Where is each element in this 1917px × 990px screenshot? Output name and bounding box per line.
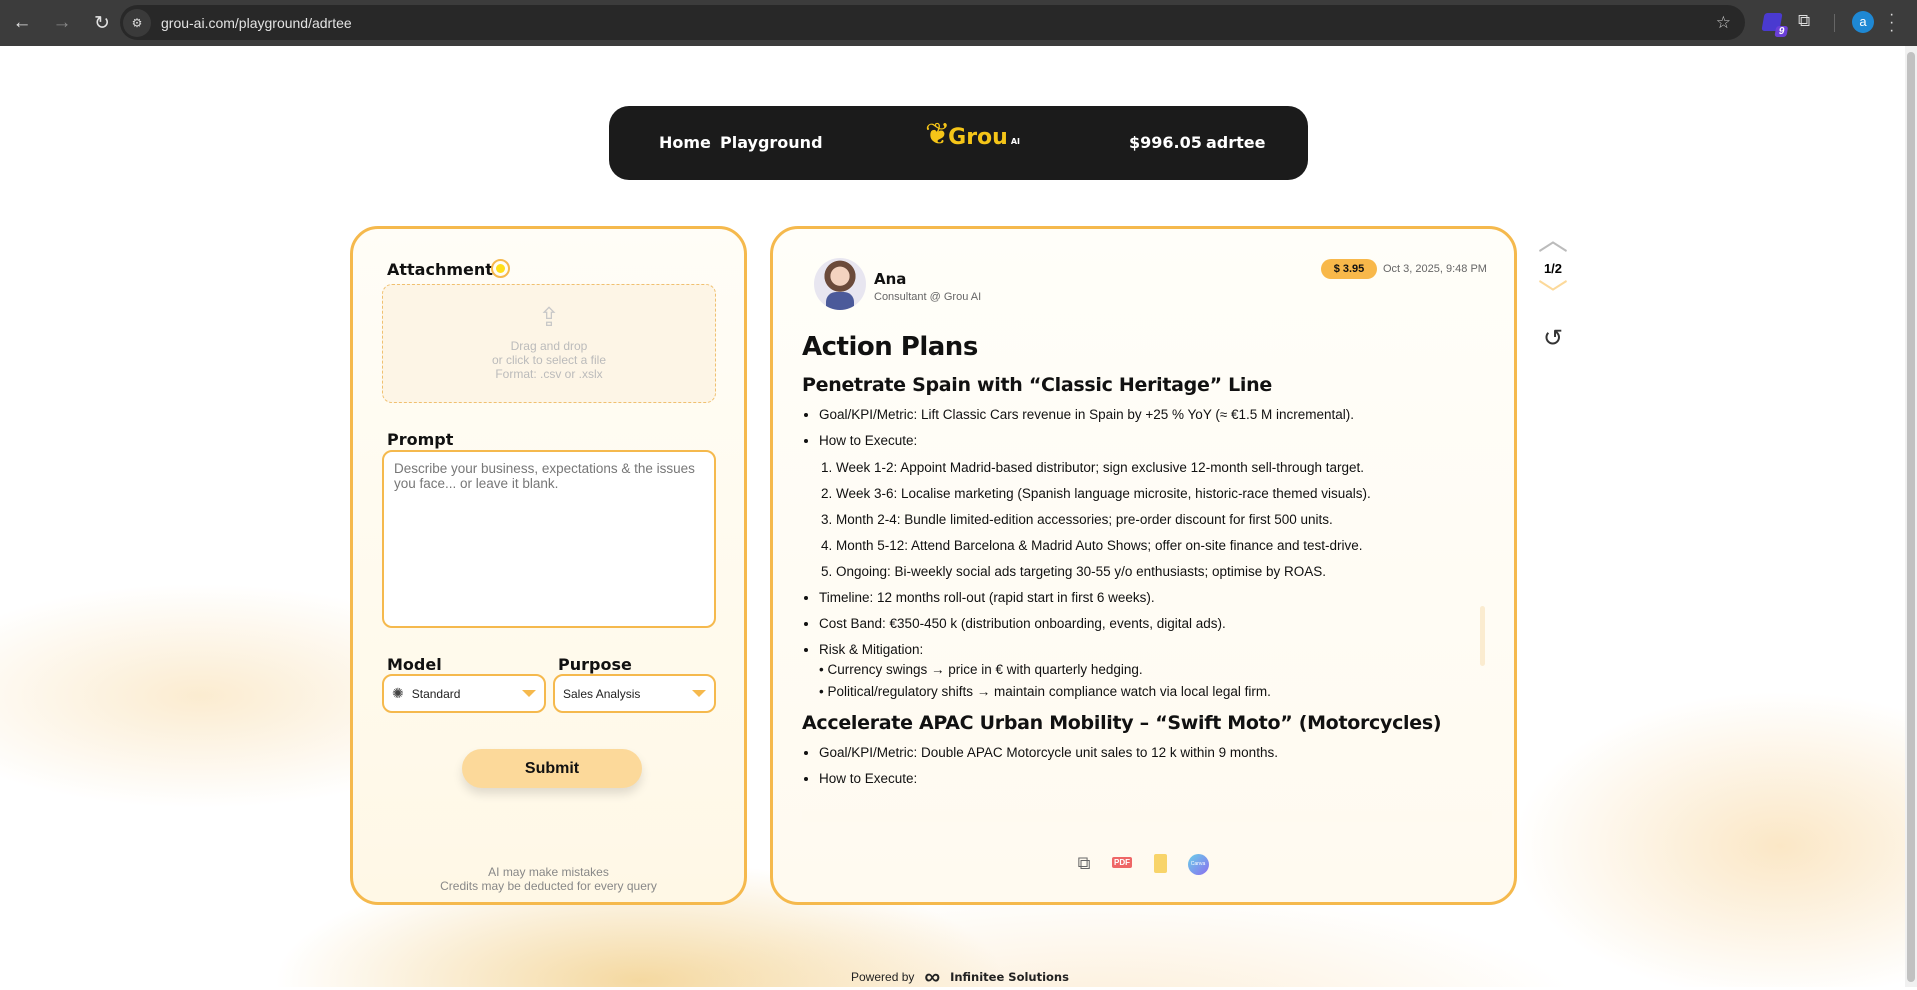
- back-icon[interactable]: ←: [2, 12, 42, 34]
- purpose-select[interactable]: Sales Analysis: [553, 674, 716, 713]
- agent-name: Ana: [874, 270, 907, 288]
- list-item: Timeline: 12 months roll-out (rapid star…: [819, 589, 1492, 606]
- step-item: Week 1-2: Appoint Madrid-based distribut…: [836, 459, 1492, 476]
- list-item: Risk & Mitigation: • Currency swings → p…: [819, 641, 1492, 702]
- list-item: Cost Band: €350-450 k (distribution onbo…: [819, 615, 1492, 632]
- content-scrollbar[interactable]: [1480, 606, 1485, 666]
- attachment-status-indicator: [491, 259, 510, 278]
- input-panel: Attachment ⇪ Drag and drop or click to s…: [350, 226, 747, 905]
- nav-user[interactable]: adrtee: [1206, 133, 1266, 152]
- leaf-icon: ❦: [925, 117, 951, 152]
- upload-icon: ⇪: [538, 302, 560, 332]
- list-item: How to Execute:: [819, 770, 1492, 787]
- list-item: How to Execute: Week 1-2: Appoint Madrid…: [819, 432, 1492, 580]
- disclaimer: AI may make mistakes Credits may be dedu…: [353, 865, 744, 893]
- browser-toolbar: ← → ↻ ⚙ grou-ai.com/playground/adrtee ☆ …: [0, 0, 1917, 46]
- bookmark-star-icon[interactable]: ☆: [1716, 13, 1731, 33]
- model-value: Standard: [411, 686, 461, 701]
- step-item: Ongoing: Bi-weekly social ads targeting …: [836, 563, 1492, 580]
- purpose-value: Sales Analysis: [563, 686, 641, 701]
- list-item-label: How to Execute:: [819, 433, 918, 448]
- canva-label: Canva: [1187, 854, 1209, 875]
- powered-by-text: Powered by: [851, 970, 915, 984]
- nav-playground[interactable]: Playground: [720, 133, 823, 152]
- model-label: Model: [387, 655, 442, 674]
- page-indicator: 1/2: [1543, 261, 1563, 276]
- company-name[interactable]: Infinitee Solutions: [950, 970, 1069, 984]
- grou-logo[interactable]: ❦ Grou AI: [925, 117, 1020, 152]
- step-item: Week 3-6: Localise marketing (Spanish la…: [836, 485, 1492, 502]
- section-list: Goal/KPI/Metric: Double APAC Motorcycle …: [802, 744, 1492, 787]
- menu-kebab-icon[interactable]: · · ·: [1889, 7, 1895, 39]
- steps-list: Week 1-2: Appoint Madrid-based distribut…: [819, 459, 1492, 580]
- risk-item: • Currency swings → price in € with quar…: [819, 662, 1143, 677]
- section-heading: Accelerate APAC Urban Mobility – “Swift …: [802, 712, 1442, 734]
- pdf-label: PDF: [1112, 857, 1132, 868]
- drop-text: or click to select a file: [491, 353, 607, 367]
- copy-icon[interactable]: ⧉: [1073, 851, 1095, 875]
- prompt-input[interactable]: Describe your business, expectations & t…: [382, 450, 716, 628]
- next-response-chevron-down-icon[interactable]: ﹀: [1538, 281, 1568, 311]
- response-content[interactable]: Action Plans Penetrate Spain with “Class…: [802, 326, 1492, 822]
- divider: [1834, 14, 1835, 32]
- section-list: Goal/KPI/Metric: Lift Classic Cars reven…: [802, 406, 1492, 702]
- dropdown-caret-icon: [522, 690, 536, 697]
- footer: Powered by ∞ Infinitee Solutions: [851, 964, 1069, 990]
- list-item-label: Risk & Mitigation:: [819, 642, 924, 657]
- extensions-puzzle-icon[interactable]: ⧉: [1798, 11, 1810, 31]
- timestamp: Oct 3, 2025, 9:48 PM: [1383, 263, 1487, 275]
- profile-avatar[interactable]: a: [1852, 11, 1874, 33]
- balance: $996.05: [1129, 133, 1202, 152]
- drop-format: Format: .csv or .xslx: [495, 367, 603, 381]
- openai-icon: ✺: [392, 685, 404, 701]
- list-item: Goal/KPI/Metric: Lift Classic Cars reven…: [819, 406, 1492, 423]
- file-dropzone[interactable]: ⇪ Drag and drop or click to select a fil…: [382, 284, 716, 403]
- submit-button[interactable]: Submit: [462, 749, 642, 788]
- agent-avatar: [814, 258, 866, 310]
- extension-icon[interactable]: 9: [1761, 13, 1789, 37]
- purpose-label: Purpose: [558, 655, 632, 674]
- canva-icon[interactable]: Canva: [1187, 851, 1209, 875]
- drop-text: Drag and drop: [510, 339, 588, 353]
- nav-home[interactable]: Home: [659, 133, 711, 152]
- disclaimer-line: Credits may be deducted for every query: [440, 879, 657, 893]
- extension-badge: 9: [1774, 26, 1789, 37]
- url-text[interactable]: grou-ai.com/playground/adrtee: [161, 15, 352, 31]
- infinity-logo-icon: ∞: [924, 964, 941, 989]
- list-item: Goal/KPI/Metric: Double APAC Motorcycle …: [819, 744, 1492, 761]
- dropdown-caret-icon: [692, 690, 706, 697]
- attachment-label: Attachment: [387, 260, 493, 279]
- risk-item: • Political/regulatory shifts → maintain…: [819, 684, 1271, 699]
- logo-text: Grou: [948, 125, 1008, 150]
- step-item: Month 2-4: Bundle limited-edition access…: [836, 511, 1492, 528]
- site-settings-icon[interactable]: ⚙: [123, 8, 151, 37]
- agent-role: Consultant @ Grou AI: [874, 291, 982, 303]
- reload-icon[interactable]: ↻: [82, 12, 122, 35]
- logo-suffix: AI: [1010, 137, 1020, 146]
- export-toolbar: ⧉ PDF Canva: [1073, 851, 1209, 875]
- forward-icon[interactable]: →: [42, 12, 82, 34]
- cost-badge: $ 3.95: [1321, 259, 1377, 279]
- slides-icon[interactable]: [1149, 851, 1171, 875]
- history-icon[interactable]: ↺: [1538, 324, 1568, 353]
- address-bar[interactable]: ⚙ grou-ai.com/playground/adrtee ☆: [120, 5, 1745, 40]
- previous-response-chevron-up-icon[interactable]: ︿: [1538, 226, 1568, 256]
- response-title: Action Plans: [802, 332, 978, 362]
- model-select[interactable]: ✺ Standard: [382, 674, 546, 713]
- section-heading: Penetrate Spain with “Classic Heritage” …: [802, 374, 1272, 396]
- prompt-label: Prompt: [387, 430, 454, 449]
- response-panel: Ana Consultant @ Grou AI $ 3.95 Oct 3, 2…: [770, 226, 1517, 905]
- step-item: Month 5-12: Attend Barcelona & Madrid Au…: [836, 537, 1492, 554]
- pdf-icon[interactable]: PDF: [1111, 851, 1133, 875]
- page-scrollbar[interactable]: [1905, 46, 1917, 987]
- disclaimer-line: AI may make mistakes: [488, 865, 609, 879]
